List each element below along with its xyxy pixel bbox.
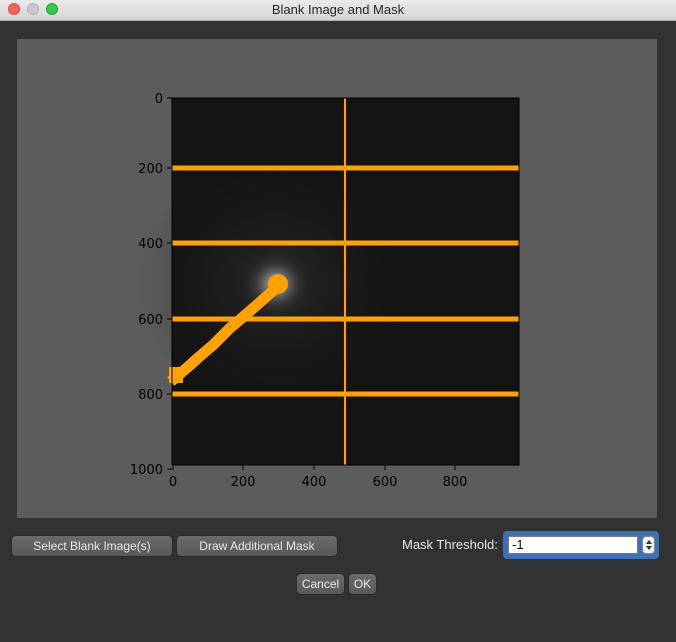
dialog-window: Blank Image and Mask 0 200 400 600 800 1… [0,0,676,642]
beamstop-base-mask [169,367,183,383]
title-bar: Blank Image and Mask [0,0,676,21]
x-tick-label: 200 [231,475,256,490]
x-tick-label: 600 [373,475,398,490]
image-plot: 0 200 400 600 800 1000 0 200 400 600 800 [130,92,520,490]
y-tick-label: 200 [138,162,163,177]
y-tick-label: 800 [138,388,163,403]
x-tick-label: 400 [302,475,327,490]
window-title: Blank Image and Mask [271,2,405,17]
image-canvas-panel[interactable]: 0 200 400 600 800 1000 0 200 400 600 800 [17,39,657,518]
x-axis: 0 200 400 600 800 [169,465,468,490]
x-tick-label: 800 [443,475,468,490]
mask-threshold-label: Mask Threshold: [402,537,498,552]
draw-additional-mask-button[interactable]: Draw Additional Mask [176,535,338,557]
y-tick-label: 400 [138,237,163,252]
select-blank-images-button[interactable]: Select Blank Image(s) [11,535,173,557]
mask-threshold-input[interactable]: -1 [508,536,638,554]
cancel-button[interactable]: Cancel [296,573,345,595]
spinbox-stepper[interactable] [642,536,655,554]
ok-button[interactable]: OK [348,573,377,595]
mask-threshold-spinbox[interactable]: -1 [503,531,659,559]
chevron-up-icon[interactable] [645,540,652,544]
mask-line-vertical [344,98,346,465]
y-tick-label: 0 [155,92,163,107]
y-tick-label: 1000 [130,463,163,478]
beamstop-head-mask [268,274,288,294]
chevron-down-icon[interactable] [645,546,652,550]
x-tick-label: 0 [169,475,177,490]
y-tick-label: 600 [138,313,163,328]
